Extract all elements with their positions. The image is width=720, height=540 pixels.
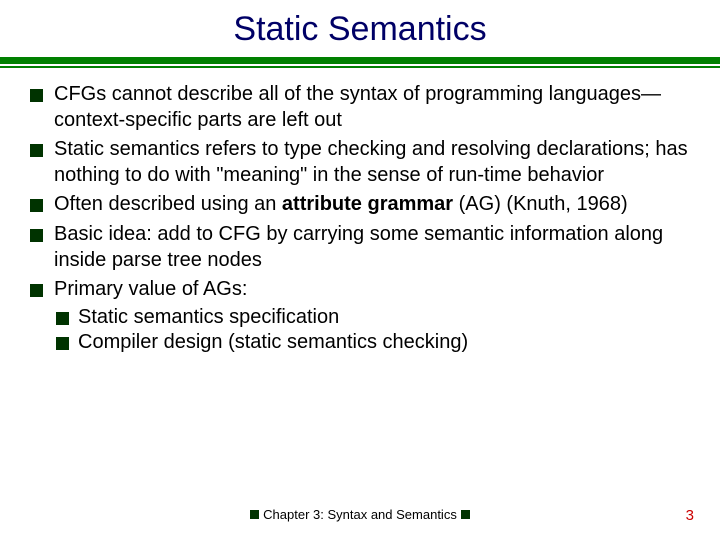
bullet-text: Basic idea: add to CFG by carrying some …	[54, 223, 663, 271]
slide: Static Semantics CFGs cannot describe al…	[0, 0, 720, 540]
sub-bullet-item: Compiler design (static semantics checki…	[54, 330, 692, 356]
bullet-text-bold: attribute grammar	[282, 193, 453, 215]
bullet-item: Primary value of AGs: Static semantics s…	[28, 277, 692, 356]
footer-text: Chapter 3: Syntax and Semantics	[263, 507, 457, 522]
footer: Chapter 3: Syntax and Semantics	[0, 507, 720, 522]
sub-bullet-text: Static semantics specification	[78, 306, 339, 328]
bullet-text-pre: Often described using an	[54, 193, 282, 215]
slide-body: CFGs cannot describe all of the syntax o…	[0, 68, 720, 356]
title-rule	[0, 57, 720, 68]
bullet-item: Basic idea: add to CFG by carrying some …	[28, 222, 692, 273]
sub-bullet-text: Compiler design (static semantics checki…	[78, 331, 468, 353]
sub-bullet-item: Static semantics specification	[54, 305, 692, 331]
bullet-item: Often described using an attribute gramm…	[28, 192, 692, 218]
bullet-item: Static semantics refers to type checking…	[28, 137, 692, 188]
bullet-text: CFGs cannot describe all of the syntax o…	[54, 83, 661, 131]
page-number: 3	[686, 507, 694, 524]
square-bullet-icon	[461, 510, 470, 519]
slide-title: Static Semantics	[0, 0, 720, 49]
bullet-text-post: (AG) (Knuth, 1968)	[453, 193, 628, 215]
bullet-item: CFGs cannot describe all of the syntax o…	[28, 82, 692, 133]
bullet-text: Static semantics refers to type checking…	[54, 138, 688, 186]
square-bullet-icon	[250, 510, 259, 519]
bullet-text: Primary value of AGs:	[54, 278, 247, 300]
